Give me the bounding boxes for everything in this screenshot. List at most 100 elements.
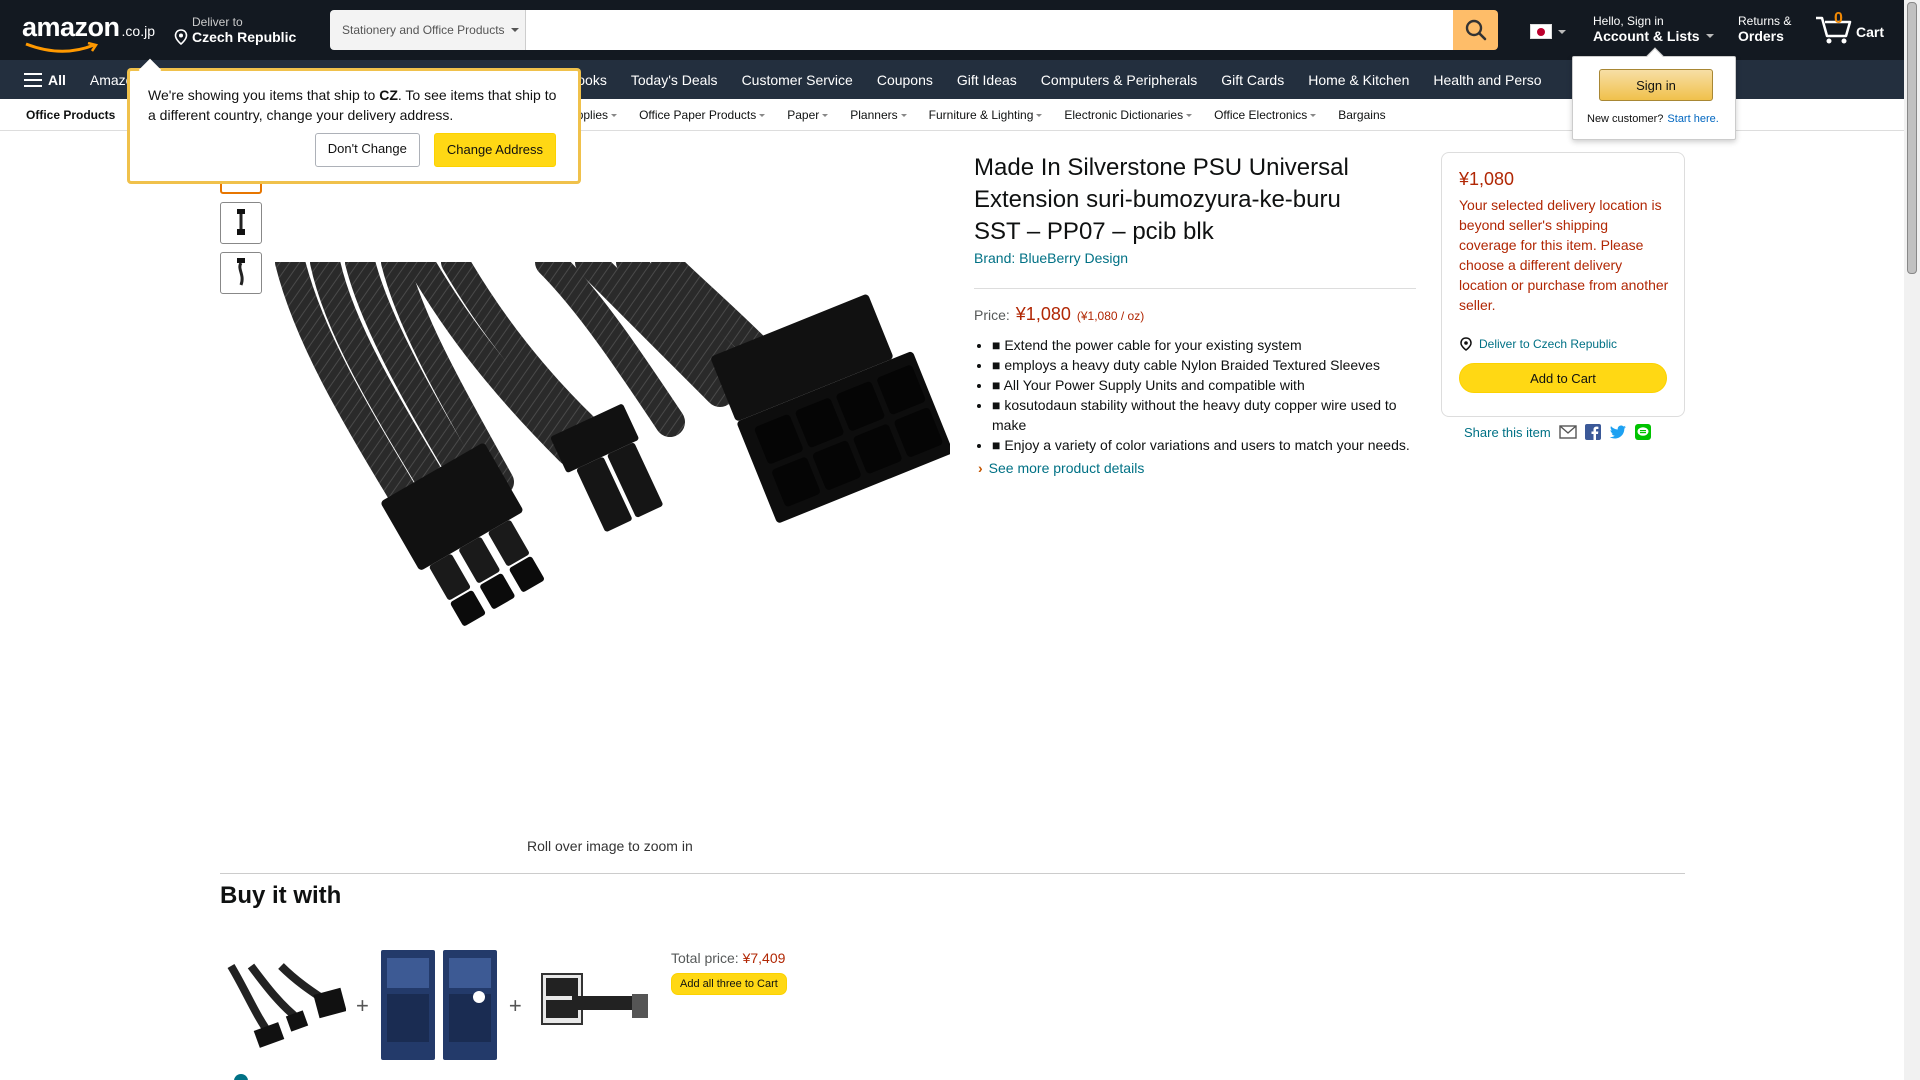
all-label: All <box>48 71 66 88</box>
account-lists[interactable]: Hello, Sign in Account & Lists <box>1593 14 1714 44</box>
cart-button[interactable]: 0 Cart <box>1814 10 1884 46</box>
share-row: Share this item <box>1464 424 1651 440</box>
feature-bullet: ■ Enjoy a variety of color variations an… <box>992 435 1422 455</box>
plus-icon: + <box>508 993 522 1018</box>
search-icon <box>1465 19 1486 41</box>
bundle-items: + + <box>226 950 652 1062</box>
dont-change-button[interactable]: Don't Change <box>314 133 420 167</box>
subnav-label: Bargains <box>1338 108 1386 122</box>
search-button[interactable] <box>1453 10 1498 50</box>
subnav-label: Office Electronics <box>1214 108 1308 122</box>
zoom-hint: Roll over image to zoom in <box>527 838 693 854</box>
chevron-down-icon <box>1186 113 1193 117</box>
buybox-price: ¥1,080 <box>1459 169 1515 189</box>
thumbnail-3[interactable] <box>220 252 262 294</box>
subnav-item-office-electronics[interactable]: Office Electronics <box>1214 108 1317 122</box>
returns-line1: Returns & <box>1738 14 1792 28</box>
returns-orders[interactable]: Returns & Orders <box>1738 14 1791 44</box>
price-value: ¥1,080 <box>1015 304 1071 324</box>
cart-count: 0 <box>1834 10 1843 27</box>
chevron-down-icon <box>1036 113 1043 117</box>
subnav-office-products[interactable]: Office Products <box>26 108 115 122</box>
cable-thumbnail-icon <box>237 209 245 235</box>
twitter-icon[interactable] <box>1609 424 1627 440</box>
subnav-label: Paper <box>787 108 820 122</box>
product-main-image[interactable] <box>270 262 950 732</box>
cable-thumbnail-icon <box>237 258 245 286</box>
thumbnail-2[interactable] <box>220 202 262 244</box>
subnav-item-paper[interactable]: Paper <box>787 108 829 122</box>
subnav-label: Electronic Dictionaries <box>1064 108 1184 122</box>
feature-bullet: ■ employs a heavy duty cable Nylon Braid… <box>992 355 1422 375</box>
bundle-item-cable-image[interactable] <box>226 961 346 1051</box>
language-selector[interactable] <box>1530 24 1566 39</box>
nav-item-home-kitchen[interactable]: Home & Kitchen <box>1308 72 1409 88</box>
popover-message: We're showing you items that ship to CZ.… <box>148 85 560 125</box>
nav-item-gift-ideas[interactable]: Gift Ideas <box>957 72 1017 88</box>
nav-item-computers[interactable]: Computers & Peripherals <box>1041 72 1197 88</box>
subnav-item-bargains[interactable]: Bargains <box>1338 108 1385 122</box>
plus-icon: + <box>356 993 369 1018</box>
location-pin-icon <box>174 29 188 45</box>
chevron-down-icon <box>611 113 618 117</box>
logo-smile-icon <box>25 42 99 53</box>
delivery-popover: We're showing you items that ship to CZ.… <box>129 58 579 182</box>
popover-country: CZ <box>379 87 398 103</box>
feature-bullets: ■ Extend the power cable for your existi… <box>992 335 1422 455</box>
nav-item-gift-cards[interactable]: Gift Cards <box>1221 72 1284 88</box>
subnav-item-planners[interactable]: Planners <box>850 108 907 122</box>
hamburger-icon <box>24 72 42 87</box>
facebook-icon[interactable] <box>1584 424 1601 440</box>
deliver-to-label: Deliver to Czech Republic <box>1479 337 1618 351</box>
price-label: Price: <box>974 307 1010 323</box>
bundle-item-thermal-pad-image[interactable] <box>379 950 499 1062</box>
logo-text: amazon <box>22 12 120 42</box>
sign-in-button[interactable]: Sign in <box>1599 69 1713 101</box>
feature-bullet: ■ kosutodaun stability without the heavy… <box>992 395 1422 435</box>
chevron-down-icon <box>1705 34 1714 38</box>
divider <box>974 288 1416 289</box>
page-scrollbar[interactable] <box>1904 0 1920 1080</box>
nav-item-coupons[interactable]: Coupons <box>877 72 933 88</box>
subnav-item-dictionaries[interactable]: Electronic Dictionaries <box>1064 108 1193 122</box>
search-bar: Stationery and Office Products <box>330 10 1498 50</box>
nav-item-todays-deals[interactable]: Today's Deals <box>631 72 718 88</box>
chevron-down-icon <box>900 113 907 117</box>
subnav-item-furniture[interactable]: Furniture & Lighting <box>929 108 1043 122</box>
bundle-total: Total price: ¥7,409 <box>671 950 785 966</box>
deliver-to[interactable]: Deliver to Czech Republic <box>174 15 296 45</box>
product-title: Made In Silverstone PSU Universal Extens… <box>974 154 1349 245</box>
change-address-button[interactable]: Change Address <box>433 133 556 167</box>
feature-bullet: ■ All Your Power Supply Units and compat… <box>992 375 1422 395</box>
add-to-cart-button[interactable]: Add to Cart <box>1459 363 1667 393</box>
deliver-to-link[interactable]: Deliver to Czech Republic <box>1459 337 1617 351</box>
buy-box: ¥1,080 Your selected delivery location i… <box>1441 152 1685 417</box>
line-icon[interactable] <box>1634 424 1651 440</box>
see-more-details-link[interactable]: › See more product details <box>978 460 1144 476</box>
amazon-logo[interactable]: amazon .co.jp <box>22 12 162 53</box>
returns-line2: Orders <box>1738 28 1784 44</box>
start-here-link[interactable]: Start here. <box>1667 113 1718 125</box>
total-label: Total price: <box>671 950 739 966</box>
deliver-country: Czech Republic <box>192 29 297 45</box>
nav-item-customer-service[interactable]: Customer Service <box>742 72 853 88</box>
email-icon[interactable] <box>1559 425 1577 439</box>
add-all-three-button[interactable]: Add all three to Cart <box>671 973 787 995</box>
total-price: ¥7,409 <box>742 950 786 966</box>
search-category-select[interactable]: Stationery and Office Products <box>330 10 526 50</box>
subnav-item-office-paper[interactable]: Office Paper Products <box>639 108 766 122</box>
signin-flyout: Sign in New customer? Start here. <box>1572 47 1736 140</box>
bundle-item-riser-image[interactable] <box>532 966 652 1046</box>
nav-item-health[interactable]: Health and Perso <box>1433 72 1541 88</box>
account-greeting: Hello, Sign in <box>1593 14 1664 28</box>
buy-it-with-title: Buy it with <box>220 882 342 909</box>
scrollbar-thumb[interactable] <box>1907 2 1917 274</box>
all-menu-button[interactable]: All <box>24 72 66 88</box>
brand-link[interactable]: Brand: BlueBerry Design <box>974 250 1128 266</box>
subnav-label: Office Paper Products <box>639 108 757 122</box>
search-input[interactable] <box>526 10 1453 50</box>
see-more-label: See more product details <box>988 460 1145 476</box>
price-line: Price: ¥1,080 (¥1,080 / oz) <box>974 304 1144 325</box>
japan-flag-icon <box>1530 24 1552 39</box>
location-pin-icon <box>1460 337 1472 351</box>
